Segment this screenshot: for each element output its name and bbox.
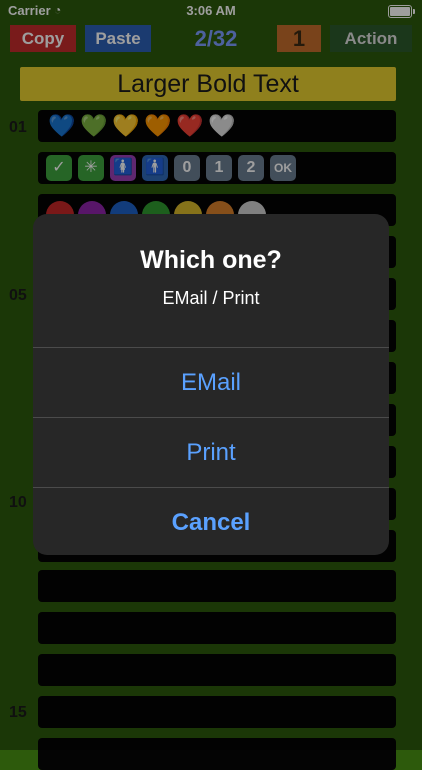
print-button[interactable]: Print bbox=[33, 418, 389, 487]
action-sheet-dialog: Which one? EMail / Print EMail Print Can… bbox=[33, 214, 389, 555]
email-button[interactable]: EMail bbox=[33, 348, 389, 417]
dialog-message: EMail / Print bbox=[162, 288, 260, 308]
dialog-title: Which one? bbox=[140, 246, 282, 274]
cancel-button[interactable]: Cancel bbox=[33, 488, 389, 555]
